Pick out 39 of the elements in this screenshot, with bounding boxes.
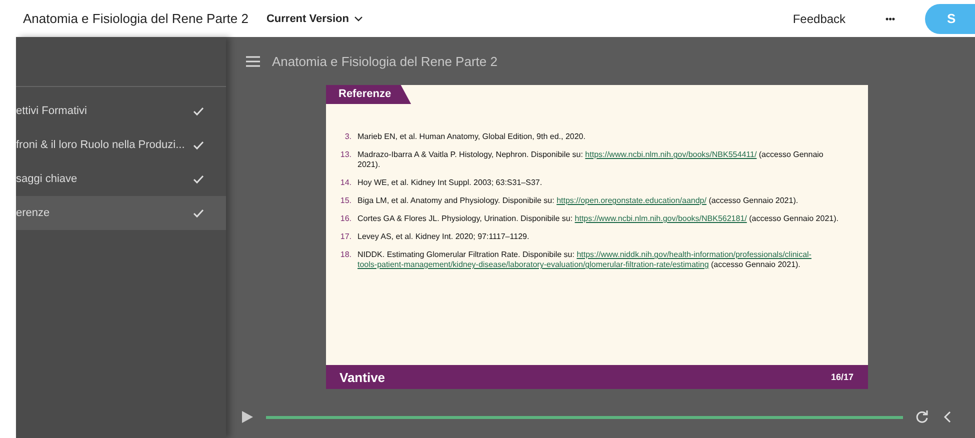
reference-number: 16. xyxy=(340,214,352,224)
reference-link[interactable]: https://open.oregonstate.education/aandp/ xyxy=(556,196,706,205)
reference-number: 15. xyxy=(340,196,352,206)
reference-link[interactable]: https://www.niddk.nih.gov/health-information/professionals/clinical- xyxy=(576,250,812,259)
brand-logo: Vantive xyxy=(340,370,386,384)
reference-link[interactable]: https://www.ncbi.nlm.nih.gov/books/NBK562181/ xyxy=(574,214,747,223)
chevron-down-icon xyxy=(354,16,363,22)
course-title: Anatomia e Fisiologia del Rene Parte 2 xyxy=(23,11,248,26)
version-dropdown[interactable]: Current Version xyxy=(266,12,363,24)
reference-number: 17. xyxy=(340,232,352,242)
item-label: saggi chiave xyxy=(16,173,78,185)
play-button[interactable] xyxy=(240,410,254,424)
reference-text: NIDDK. Estimating Glomerular Filtration Rate. Disponibile su: https://www.niddk.nih.gov/health-information/professionals/clinical- tools-patient-management/kidney-disease/laboratory-evaluation/glomerular-filtration-rate/estimating (accesso Gennaio 2021). xyxy=(358,250,812,270)
reference-text: Hoy WE, et al. Kidney Int Suppl. 2003; 63:S31–S37. xyxy=(358,178,542,188)
feedback-button[interactable]: Feedback xyxy=(786,10,852,26)
reference-link[interactable]: https://www.ncbi.nlm.nih.gov/books/NBK554411/ xyxy=(585,150,757,159)
item-label: froni & il loro Ruolo nella Produzi... xyxy=(16,139,185,151)
sidebar-item[interactable]: ettivi Formativi xyxy=(16,94,226,128)
reference-text: Marieb EN, et al. Human Anatomy, Global Edition, 9th ed., 2020. xyxy=(358,132,586,142)
page-number: 16/17 xyxy=(830,372,854,382)
reference-text: Cortes GA & Flores JL. Physiology, Urination. Disponibile su: https://www.ncbi.nlm.nih.gov/books/NBK562181/ (accesso Gennaio 2021). xyxy=(358,214,838,224)
reference-text: Levey AS, et al. Kidney Int. 2020; 97:1117–1129. xyxy=(358,232,530,242)
sidebar-item[interactable]: saggi chiave xyxy=(16,162,226,196)
sidebar-item[interactable]: erenze xyxy=(16,196,226,230)
item-label: erenze xyxy=(16,207,50,219)
menu-icon[interactable] xyxy=(246,56,260,66)
sidebar-item[interactable]: froni & il loro Ruolo nella Produzi... xyxy=(16,128,226,162)
reference-text: Madrazo-Ibarra A & Vaitla P. Histology, Nephron. Disponibile su: https://www.ncbi.nlm.nih.gov/books/NBK554411/ (accesso Gennaio 2021). xyxy=(358,150,824,170)
reference-text: Biga LM, et al. Anatomy and Physiology. Disponibile su: https://open.oregonstate.education/aandp/ (accesso Gennaio 2021). xyxy=(358,196,798,206)
reference-number: 13. xyxy=(340,150,352,161)
item-label: ettivi Formativi xyxy=(16,105,87,117)
reference-number: 14. xyxy=(340,178,352,188)
reference-number: 18. xyxy=(340,250,352,261)
reference-number: 3. xyxy=(344,132,352,142)
more-button[interactable]: ••• xyxy=(880,12,901,24)
reference-link[interactable]: tools-patient-management/kidney-disease/laboratory-evaluation/glomerular-filtration-rate/estimating xyxy=(358,260,709,269)
slide-heading: Referenze xyxy=(326,85,412,104)
player-title: Anatomia e Fisiologia del Rene Parte 2 xyxy=(272,54,498,68)
replay-button[interactable] xyxy=(915,410,929,424)
